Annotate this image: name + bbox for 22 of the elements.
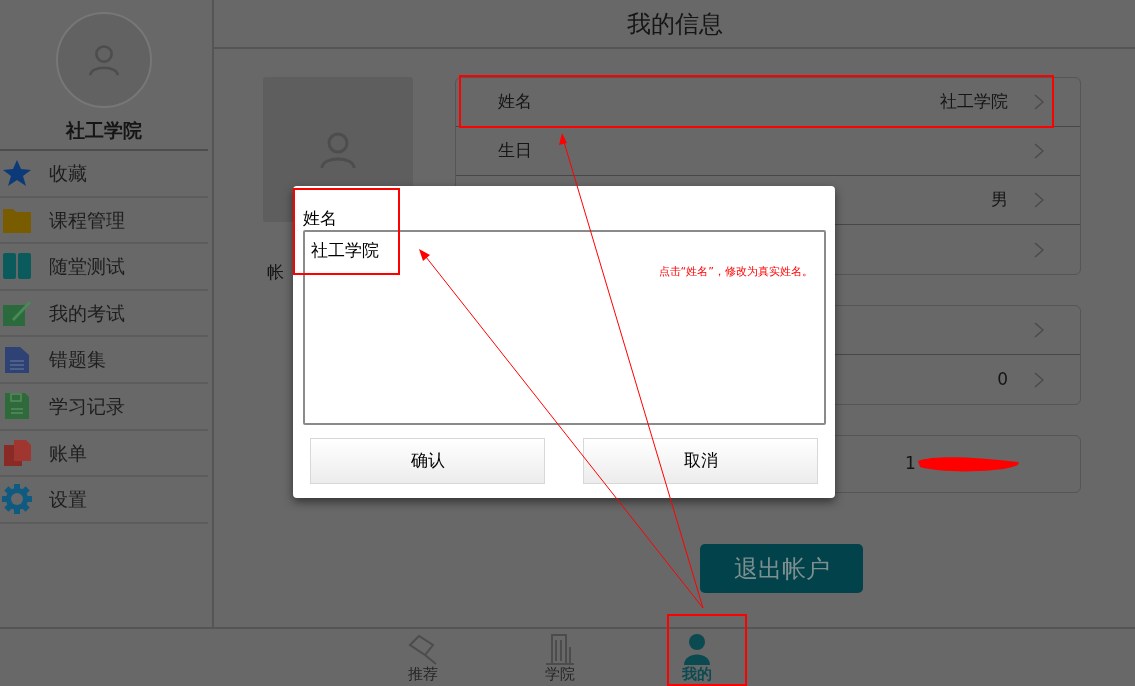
sidebar-label: 随堂测试 [49, 254, 125, 280]
sidebar-label: 设置 [49, 487, 87, 513]
tab-label: 我的 [682, 665, 712, 683]
row-label: 姓名 [498, 90, 532, 114]
page-title: 我的信息 [626, 8, 723, 40]
tab-label: 推荐 [408, 665, 438, 683]
user-name: 社工学院 [66, 118, 142, 143]
sidebar-label: 学习记录 [49, 394, 125, 419]
sidebar-label: 收藏 [49, 161, 87, 187]
tab-label: 学院 [545, 665, 575, 683]
annotation-note: 点击“姓名”，修改为真实姓名。 [658, 264, 813, 280]
row-value: 0 [997, 367, 1008, 391]
sidebar-label: 课程管理 [49, 207, 125, 233]
row-value: 男 [991, 188, 1008, 212]
row-value: 社工学院 [940, 90, 1008, 114]
sidebar-label: 我的考试 [49, 300, 125, 326]
row-label: 生日 [498, 139, 532, 163]
row-value: 1 [905, 452, 916, 476]
account-label: 帐 [267, 261, 285, 284]
sidebar-label: 错题集 [49, 347, 106, 373]
field-label: 姓名 [303, 207, 338, 230]
sidebar-label: 账单 [49, 440, 87, 466]
